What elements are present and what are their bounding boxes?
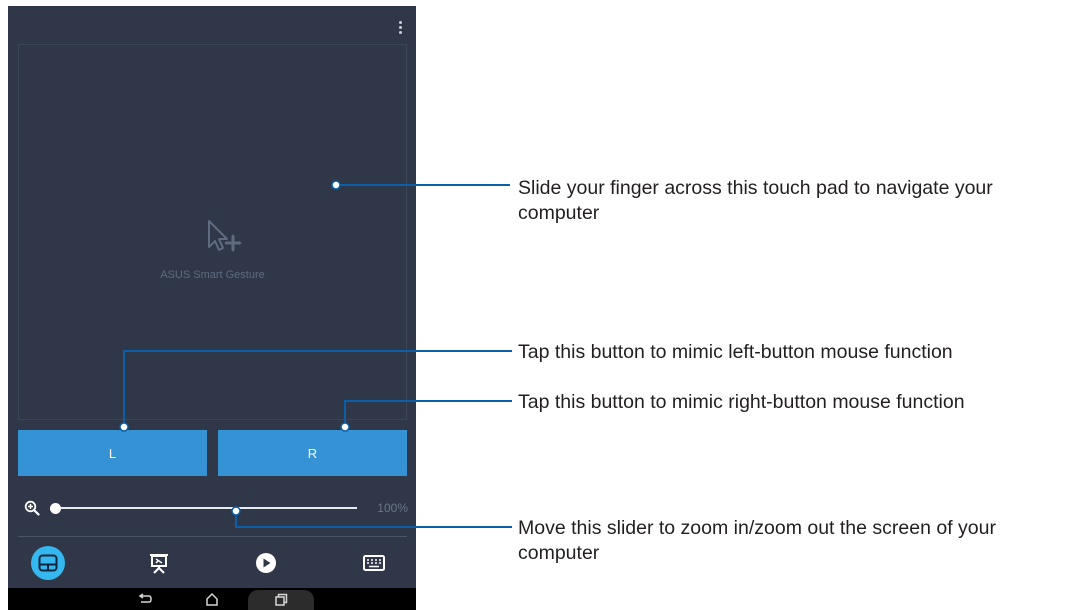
home-icon <box>206 592 218 606</box>
callout-right-button-text: Tap this button to mimic right-button mo… <box>518 391 965 413</box>
divider <box>18 536 407 537</box>
touch-pad[interactable]: ASUS Smart Gesture <box>18 44 407 420</box>
slider-track <box>55 507 357 509</box>
back-button[interactable] <box>133 590 157 608</box>
recent-apps-button[interactable] <box>248 590 314 610</box>
touchpad-icon <box>38 554 58 572</box>
left-button-label: L <box>108 445 117 461</box>
slider-thumb[interactable] <box>50 503 61 514</box>
presentation-icon <box>150 554 168 574</box>
zoom-slider[interactable] <box>50 498 357 518</box>
tab-presentation[interactable] <box>142 546 176 580</box>
tab-media[interactable] <box>249 546 283 580</box>
callout-slider-text: Move this slider to zoom in/zoom out the… <box>518 517 996 564</box>
touchpad-label: ASUS Smart Gesture <box>160 269 265 281</box>
recent-apps-icon <box>275 593 288 606</box>
keyboard-icon <box>363 555 385 571</box>
pointer-move-icon <box>208 220 242 252</box>
callout-left-button-text: Tap this button to mimic left-button mou… <box>518 341 953 363</box>
tab-touchpad[interactable] <box>31 546 65 580</box>
right-mouse-button[interactable]: R <box>218 430 407 476</box>
home-button[interactable] <box>200 590 224 608</box>
app-screen: ASUS Smart Gesture L R 100% <box>8 6 416 610</box>
zoom-value: 100% <box>377 501 408 515</box>
callout-touchpad-text: Slide your finger across this touch pad … <box>518 177 993 224</box>
overflow-menu-button[interactable] <box>392 16 408 38</box>
play-icon <box>256 553 276 573</box>
right-button-label: R <box>307 445 318 461</box>
system-nav-bar <box>8 588 416 610</box>
back-icon <box>138 593 152 603</box>
left-mouse-button[interactable]: L <box>18 430 207 476</box>
tab-keyboard[interactable] <box>357 546 391 580</box>
zoom-in-icon <box>24 500 40 516</box>
